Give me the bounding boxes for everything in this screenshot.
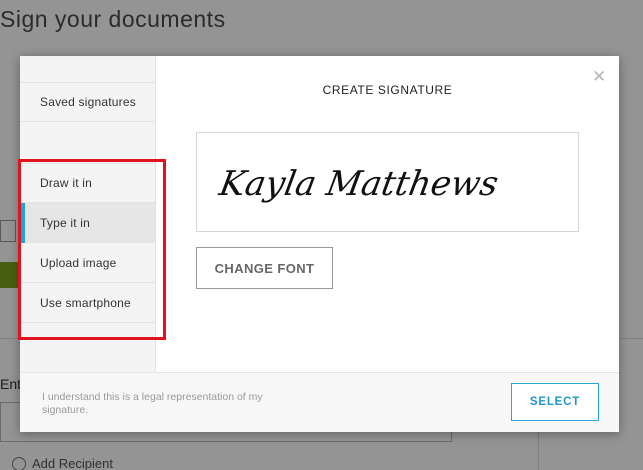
signature-text: Kayla Matthews xyxy=(216,164,502,204)
modal-footer: I understand this is a legal representat… xyxy=(20,372,619,432)
sidebar-item-use-smartphone[interactable]: Use smartphone xyxy=(20,283,155,323)
sidebar-item-type-it-in[interactable]: Type it in xyxy=(20,203,155,243)
legal-notice: I understand this is a legal representat… xyxy=(42,391,263,416)
change-font-button[interactable]: CHANGE FONT xyxy=(196,247,333,289)
modal-title: CREATE SIGNATURE xyxy=(322,83,453,97)
create-signature-modal: Saved signatures Draw it in Type it in U… xyxy=(18,56,619,432)
select-button[interactable]: SELECT xyxy=(511,383,599,421)
sidebar-item-draw-it-in[interactable]: Draw it in xyxy=(20,163,155,203)
sidebar-item-upload-image[interactable]: Upload image xyxy=(20,243,155,283)
signature-graphic: Kayla Matthews xyxy=(216,164,502,204)
sidebar-item-saved-signatures[interactable]: Saved signatures xyxy=(20,82,155,122)
signature-sidebar: Saved signatures Draw it in Type it in U… xyxy=(20,56,156,372)
signature-preview: Kayla Matthews xyxy=(196,132,579,232)
